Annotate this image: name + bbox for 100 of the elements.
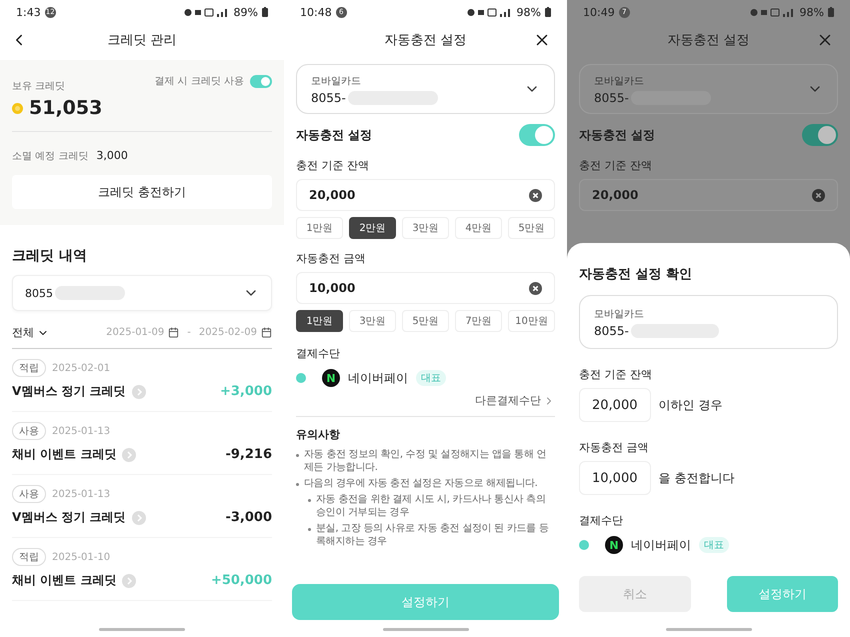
card-label: 모바일카드: [594, 308, 645, 320]
amount-option-button[interactable]: 3만원: [349, 310, 396, 332]
battery-icon: [828, 7, 834, 17]
balance-amount: 51,053: [29, 97, 102, 119]
amount-option-button[interactable]: 5만원: [508, 217, 555, 239]
battery-level: 98%: [516, 6, 541, 18]
field-label: 결제수단: [296, 346, 341, 361]
screen-title: 크레딧 관리: [106, 32, 178, 49]
chevron-circle-icon[interactable]: [132, 384, 146, 398]
amount-input[interactable]: 20,000: [579, 179, 838, 211]
battery-level: 89%: [234, 6, 258, 18]
card-number: 8055-: [311, 90, 346, 104]
filter-dropdown[interactable]: 전체: [12, 325, 49, 340]
charge-credit-button[interactable]: 크레딧 충전하기: [12, 175, 272, 209]
field-label: 결제수단: [579, 513, 624, 528]
amount-option-button[interactable]: 1만원: [296, 217, 343, 239]
amount-option-button[interactable]: 10만원: [508, 310, 555, 332]
amount-value: 10,000: [579, 461, 650, 495]
calendar-icon[interactable]: [261, 327, 272, 338]
date-separator: -: [187, 327, 191, 338]
transaction-title: V멤버스 정기 크레딧: [12, 383, 126, 400]
payment-method-name: 네이버페이: [348, 370, 408, 386]
field-label: 충전 기준 잔액: [579, 158, 653, 173]
other-payment-link[interactable]: 다른결제수단: [475, 393, 555, 408]
notes-title: 유의사항: [296, 427, 341, 442]
section-title: 크레딧 내역: [12, 247, 88, 265]
radio-dot[interactable]: [296, 373, 306, 383]
transaction-tag: 적립: [12, 548, 46, 566]
transaction-amount: -3,000: [225, 510, 272, 525]
note-text: 자동 충전을 위한 결제 시도 시, 카드사나 통신사 측의 승인이 거부되는 경우: [316, 493, 547, 519]
screen-title: 자동충전 설정: [666, 32, 751, 49]
radio-dot[interactable]: [579, 540, 589, 550]
sheet-title: 자동충전 설정 확인: [579, 266, 694, 283]
amount-value: 20,000: [579, 388, 650, 422]
status-time: 1:43: [16, 6, 41, 18]
transaction-tag: 적립: [12, 359, 46, 377]
bullet-icon: [308, 499, 311, 502]
toggle-label: 자동충전 설정: [296, 126, 372, 144]
transaction-date: 2025-01-13: [52, 488, 110, 500]
note-text: 다음의 경우에 자동 충전 설정은 자동으로 해제됩니다.: [304, 477, 538, 490]
amount-input[interactable]: 10,000: [296, 272, 555, 304]
card-number: 8055: [25, 286, 53, 300]
amount-option-button[interactable]: 7만원: [455, 310, 502, 332]
card-label: 모바일카드: [594, 74, 645, 88]
card-select[interactable]: 8055: [12, 275, 272, 311]
toggle-switch[interactable]: [250, 74, 272, 88]
amount-option-button[interactable]: 3만원: [402, 217, 449, 239]
note-text: 자동 충전 정보의 확인, 수정 및 설정해지는 앱을 통해 언제든 가능합니다.: [304, 448, 548, 474]
transaction-amount: +50,000: [210, 573, 272, 588]
expiring-amount: 3,000: [96, 149, 128, 162]
toggle-switch[interactable]: [519, 124, 555, 146]
bullet-icon: [308, 528, 311, 531]
transaction-date: 2025-01-13: [52, 426, 110, 436]
screen-title: 자동충전 설정: [383, 32, 468, 49]
transaction-amount: -9,216: [225, 447, 272, 462]
transaction-title: V멤버스 정기 크레딧: [12, 509, 126, 526]
toggle-label: 자동충전 설정: [579, 126, 656, 144]
card-number: 8055-: [594, 90, 629, 104]
amount-suffix: 을 충전합니다: [658, 470, 734, 486]
transaction-date: 2025-02-01: [52, 362, 110, 374]
card-select[interactable]: 모바일카드 8055-: [579, 64, 838, 114]
transaction-amount: +3,000: [220, 384, 272, 399]
chevron-circle-icon[interactable]: [122, 574, 136, 588]
amount-option-button[interactable]: 2만원: [349, 217, 396, 239]
bullet-icon: [296, 454, 299, 457]
clear-icon[interactable]: [529, 188, 542, 202]
battery-level: 98%: [800, 6, 824, 18]
calendar-icon[interactable]: [168, 327, 180, 338]
battery-icon: [262, 7, 268, 17]
default-badge: 대표: [416, 370, 446, 386]
transaction-tag: 사용: [12, 422, 46, 440]
battery-icon: [545, 7, 551, 17]
toggle-label: 결제 시 크레딧 사용: [154, 75, 244, 88]
chevron-circle-icon[interactable]: [132, 510, 146, 524]
balance-label: 보유 크레딧: [12, 81, 66, 92]
amount-option-button[interactable]: 5만원: [402, 310, 449, 332]
status-icons-drawing: [184, 8, 230, 16]
amount-option-button[interactable]: 4만원: [455, 217, 502, 239]
bullet-icon: [296, 483, 299, 486]
amount-input[interactable]: 20,000: [296, 179, 555, 211]
status-time: 10:48: [300, 6, 332, 18]
default-badge: 대표: [699, 537, 729, 553]
field-label: 충전 기준 잔액: [296, 158, 370, 173]
status-icons-drawing: [466, 8, 513, 16]
payment-method-name: 네이버페이: [631, 536, 691, 554]
pay-logo: N: [322, 369, 340, 387]
toggle-switch[interactable]: [802, 124, 838, 146]
card-select[interactable]: 모바일카드 8055-: [296, 64, 555, 114]
chevron-circle-icon[interactable]: [122, 448, 136, 462]
field-label: 자동충전 금액: [579, 440, 650, 455]
amount-suffix: 이하인 경우: [658, 396, 722, 414]
status-time: 10:49: [583, 6, 615, 18]
clear-icon[interactable]: [529, 282, 542, 294]
expiring-label: 소멸 예정 크레딧: [12, 151, 88, 162]
amount-option-button[interactable]: 1만원: [296, 310, 343, 332]
transaction-title: 채비 이벤트 크레딧: [12, 572, 116, 589]
card-label: 모바일카드: [311, 74, 362, 88]
coin-icon: [12, 102, 23, 114]
pay-logo: N: [605, 536, 623, 554]
clear-icon[interactable]: [812, 188, 825, 202]
